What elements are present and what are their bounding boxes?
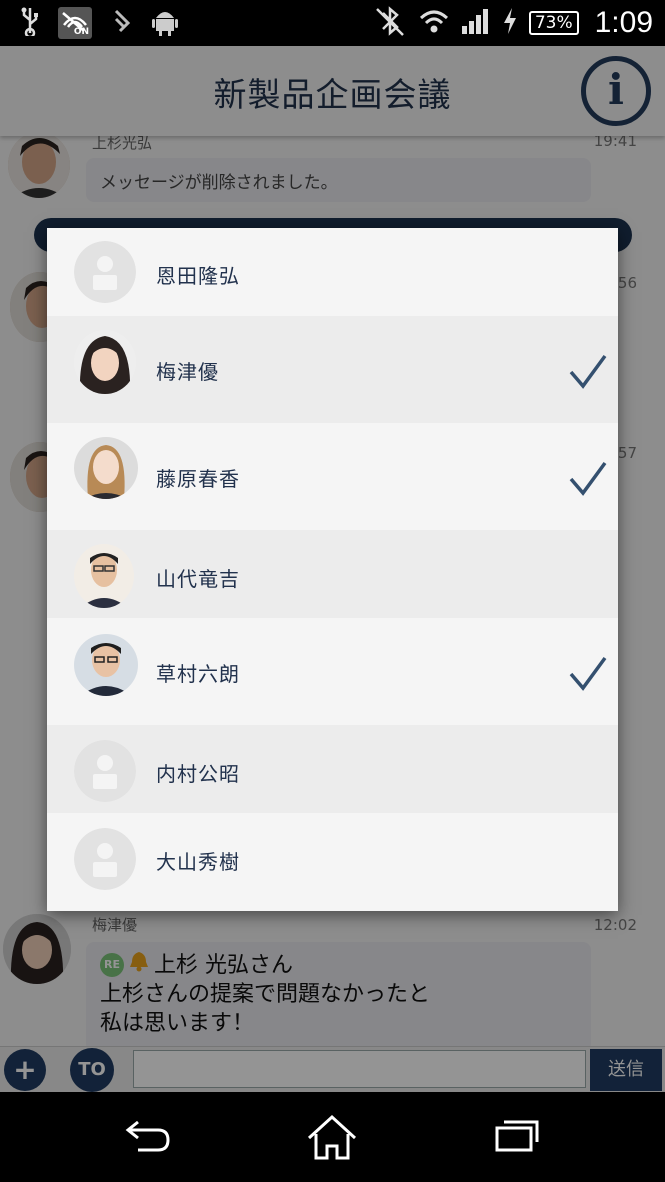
default-avatar-icon bbox=[74, 740, 136, 802]
member-name: 大山秀樹 bbox=[156, 850, 240, 874]
checkmark-icon bbox=[569, 354, 607, 389]
default-avatar-icon bbox=[74, 828, 136, 890]
on-badge-label: ON bbox=[73, 27, 89, 37]
member-row[interactable]: 山代竜吉 bbox=[47, 530, 618, 618]
wifi-on-icon: ON bbox=[58, 7, 92, 39]
member-row[interactable]: 大山秀樹 bbox=[47, 813, 618, 911]
usb-icon bbox=[20, 6, 40, 41]
avatar bbox=[74, 330, 136, 394]
avatar bbox=[74, 544, 134, 608]
charging-icon bbox=[503, 8, 517, 38]
back-icon[interactable] bbox=[124, 1116, 174, 1160]
signal-icon bbox=[461, 8, 491, 38]
member-name: 梅津優 bbox=[156, 360, 219, 384]
avatar bbox=[74, 634, 138, 696]
member-name: 山代竜吉 bbox=[156, 567, 240, 591]
recent-apps-icon[interactable] bbox=[494, 1116, 540, 1158]
member-name: 草村六朗 bbox=[156, 662, 240, 686]
member-row[interactable]: 恩田隆弘 bbox=[47, 228, 618, 316]
checkmark-icon bbox=[569, 656, 607, 691]
bluetooth-off-icon bbox=[373, 5, 407, 41]
battery-percent: 73% bbox=[534, 13, 573, 33]
battery-icon: 73% bbox=[528, 11, 579, 35]
member-row[interactable]: 内村公昭 bbox=[47, 725, 618, 813]
system-nav-bar bbox=[0, 1092, 665, 1182]
member-row[interactable]: 草村六朗 bbox=[47, 618, 618, 725]
member-row[interactable]: 梅津優 bbox=[47, 316, 618, 423]
avatar bbox=[74, 437, 138, 499]
member-row[interactable]: 藤原春香 bbox=[47, 423, 618, 530]
checkmark-icon bbox=[569, 461, 607, 496]
member-name: 藤原春香 bbox=[156, 467, 240, 491]
screen: ON 73% 1:09 新製品企画会議 i 上杉光弘 19:41 メッセージが削… bbox=[0, 0, 665, 1182]
android-icon bbox=[152, 6, 178, 41]
download-icon bbox=[110, 7, 134, 40]
home-icon[interactable] bbox=[306, 1114, 358, 1166]
status-bar: ON 73% 1:09 bbox=[0, 0, 665, 46]
wifi-icon bbox=[419, 8, 449, 38]
status-clock: 1:09 bbox=[594, 6, 653, 39]
member-name: 恩田隆弘 bbox=[156, 264, 240, 288]
default-avatar-icon bbox=[74, 241, 136, 303]
member-name: 内村公昭 bbox=[156, 762, 240, 786]
member-select-dialog: 恩田隆弘 梅津優 藤原春香 山代竜吉 草村六朗 内村公昭 大山秀樹 bbox=[47, 228, 618, 911]
